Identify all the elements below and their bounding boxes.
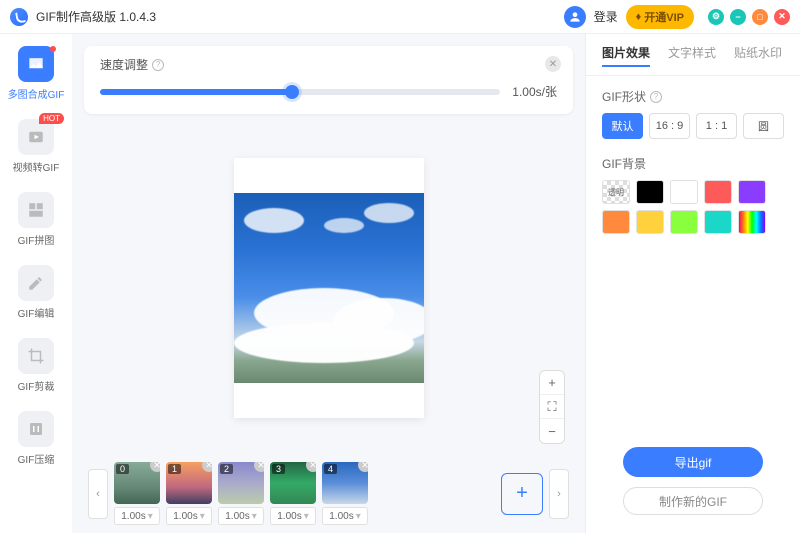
thumb-delete-icon[interactable]: ✕ [202,462,212,472]
sidebar-item-collage[interactable]: GIF拼图 [6,192,66,247]
shape-circle[interactable]: 圆 [743,113,784,139]
bg-color-swatch[interactable] [670,210,698,234]
thumb-2[interactable]: 2✕1.00s ▾ [218,462,264,525]
thumb-delete-icon[interactable]: ✕ [358,462,368,472]
sidebar: 多图合成GIF HOT 视频转GIF GIF拼图 GIF编辑 GIF剪裁 GIF… [0,34,72,533]
sidebar-item-video[interactable]: HOT 视频转GIF [6,119,66,174]
zoom-out-button[interactable]: − [540,419,564,443]
bg-color-picker[interactable] [738,210,766,234]
tab-text[interactable]: 文字样式 [668,44,716,67]
thumbs-next-button[interactable]: › [549,469,569,519]
avatar-icon[interactable] [564,6,586,28]
thumb-time[interactable]: 1.00s ▾ [270,507,316,525]
close-speed-icon[interactable]: ✕ [545,56,561,72]
thumb-0[interactable]: 0✕1.00s ▾ [114,462,160,525]
help-icon[interactable]: ? [650,91,662,103]
thumb-delete-icon[interactable]: ✕ [150,462,160,472]
close-icon[interactable]: ✕ [774,9,790,25]
minimize-icon[interactable]: − [730,9,746,25]
zoom-fit-button[interactable]: ⛶ [540,395,564,419]
speed-card: ✕ 速度调整 ? 1.00s/张 [84,46,573,114]
bg-color-swatch[interactable] [602,210,630,234]
shape-1-1[interactable]: 1 : 1 [696,113,737,139]
sidebar-item-edit[interactable]: GIF编辑 [6,265,66,320]
vip-button[interactable]: 开通VIP [626,5,694,29]
tab-effects[interactable]: 图片效果 [602,44,650,67]
bg-color-swatch[interactable] [636,210,664,234]
tab-sticker[interactable]: 贴纸水印 [734,44,782,67]
thumb-1[interactable]: 1✕1.00s ▾ [166,462,212,525]
thumb-time[interactable]: 1.00s ▾ [322,507,368,525]
bg-color-swatch[interactable] [738,180,766,204]
bg-section-label: GIF背景 [602,155,646,172]
thumb-4[interactable]: 4✕1.00s ▾ [322,462,368,525]
app-title: GIF制作高级版 1.0.4.3 [36,8,156,25]
preview-canvas [234,158,424,418]
thumb-time[interactable]: 1.00s ▾ [218,507,264,525]
speed-value: 1.00s/张 [512,83,557,100]
sidebar-item-multi-image[interactable]: 多图合成GIF [6,46,66,101]
shape-section-label: GIF形状 [602,88,646,105]
bg-transparent[interactable]: 透明 [602,180,630,204]
settings-icon[interactable]: ⚙ [708,9,724,25]
help-icon[interactable]: ? [152,59,164,71]
thumb-delete-icon[interactable]: ✕ [306,462,316,472]
sidebar-item-compress[interactable]: GIF压缩 [6,411,66,466]
new-gif-button[interactable]: 制作新的GIF [623,487,763,515]
thumbs-prev-button[interactable]: ‹ [88,469,108,519]
shape-16-9[interactable]: 16 : 9 [649,113,690,139]
export-button[interactable]: 导出gif [623,447,763,477]
bg-color-swatch[interactable] [704,180,732,204]
thumb-delete-icon[interactable]: ✕ [254,462,264,472]
zoom-in-button[interactable]: + [540,371,564,395]
login-link[interactable]: 登录 [594,8,618,25]
add-frame-button[interactable]: + [501,473,543,515]
thumb-3[interactable]: 3✕1.00s ▾ [270,462,316,525]
maximize-icon[interactable]: □ [752,9,768,25]
bg-color-swatch[interactable] [670,180,698,204]
thumb-time[interactable]: 1.00s ▾ [114,507,160,525]
sidebar-item-crop[interactable]: GIF剪裁 [6,338,66,393]
shape-default[interactable]: 默认 [602,113,643,139]
bg-color-swatch[interactable] [636,180,664,204]
bg-color-swatch[interactable] [704,210,732,234]
speed-label: 速度调整 [100,56,148,73]
speed-slider[interactable] [100,89,500,95]
app-logo [10,8,28,26]
thumb-time[interactable]: 1.00s ▾ [166,507,212,525]
